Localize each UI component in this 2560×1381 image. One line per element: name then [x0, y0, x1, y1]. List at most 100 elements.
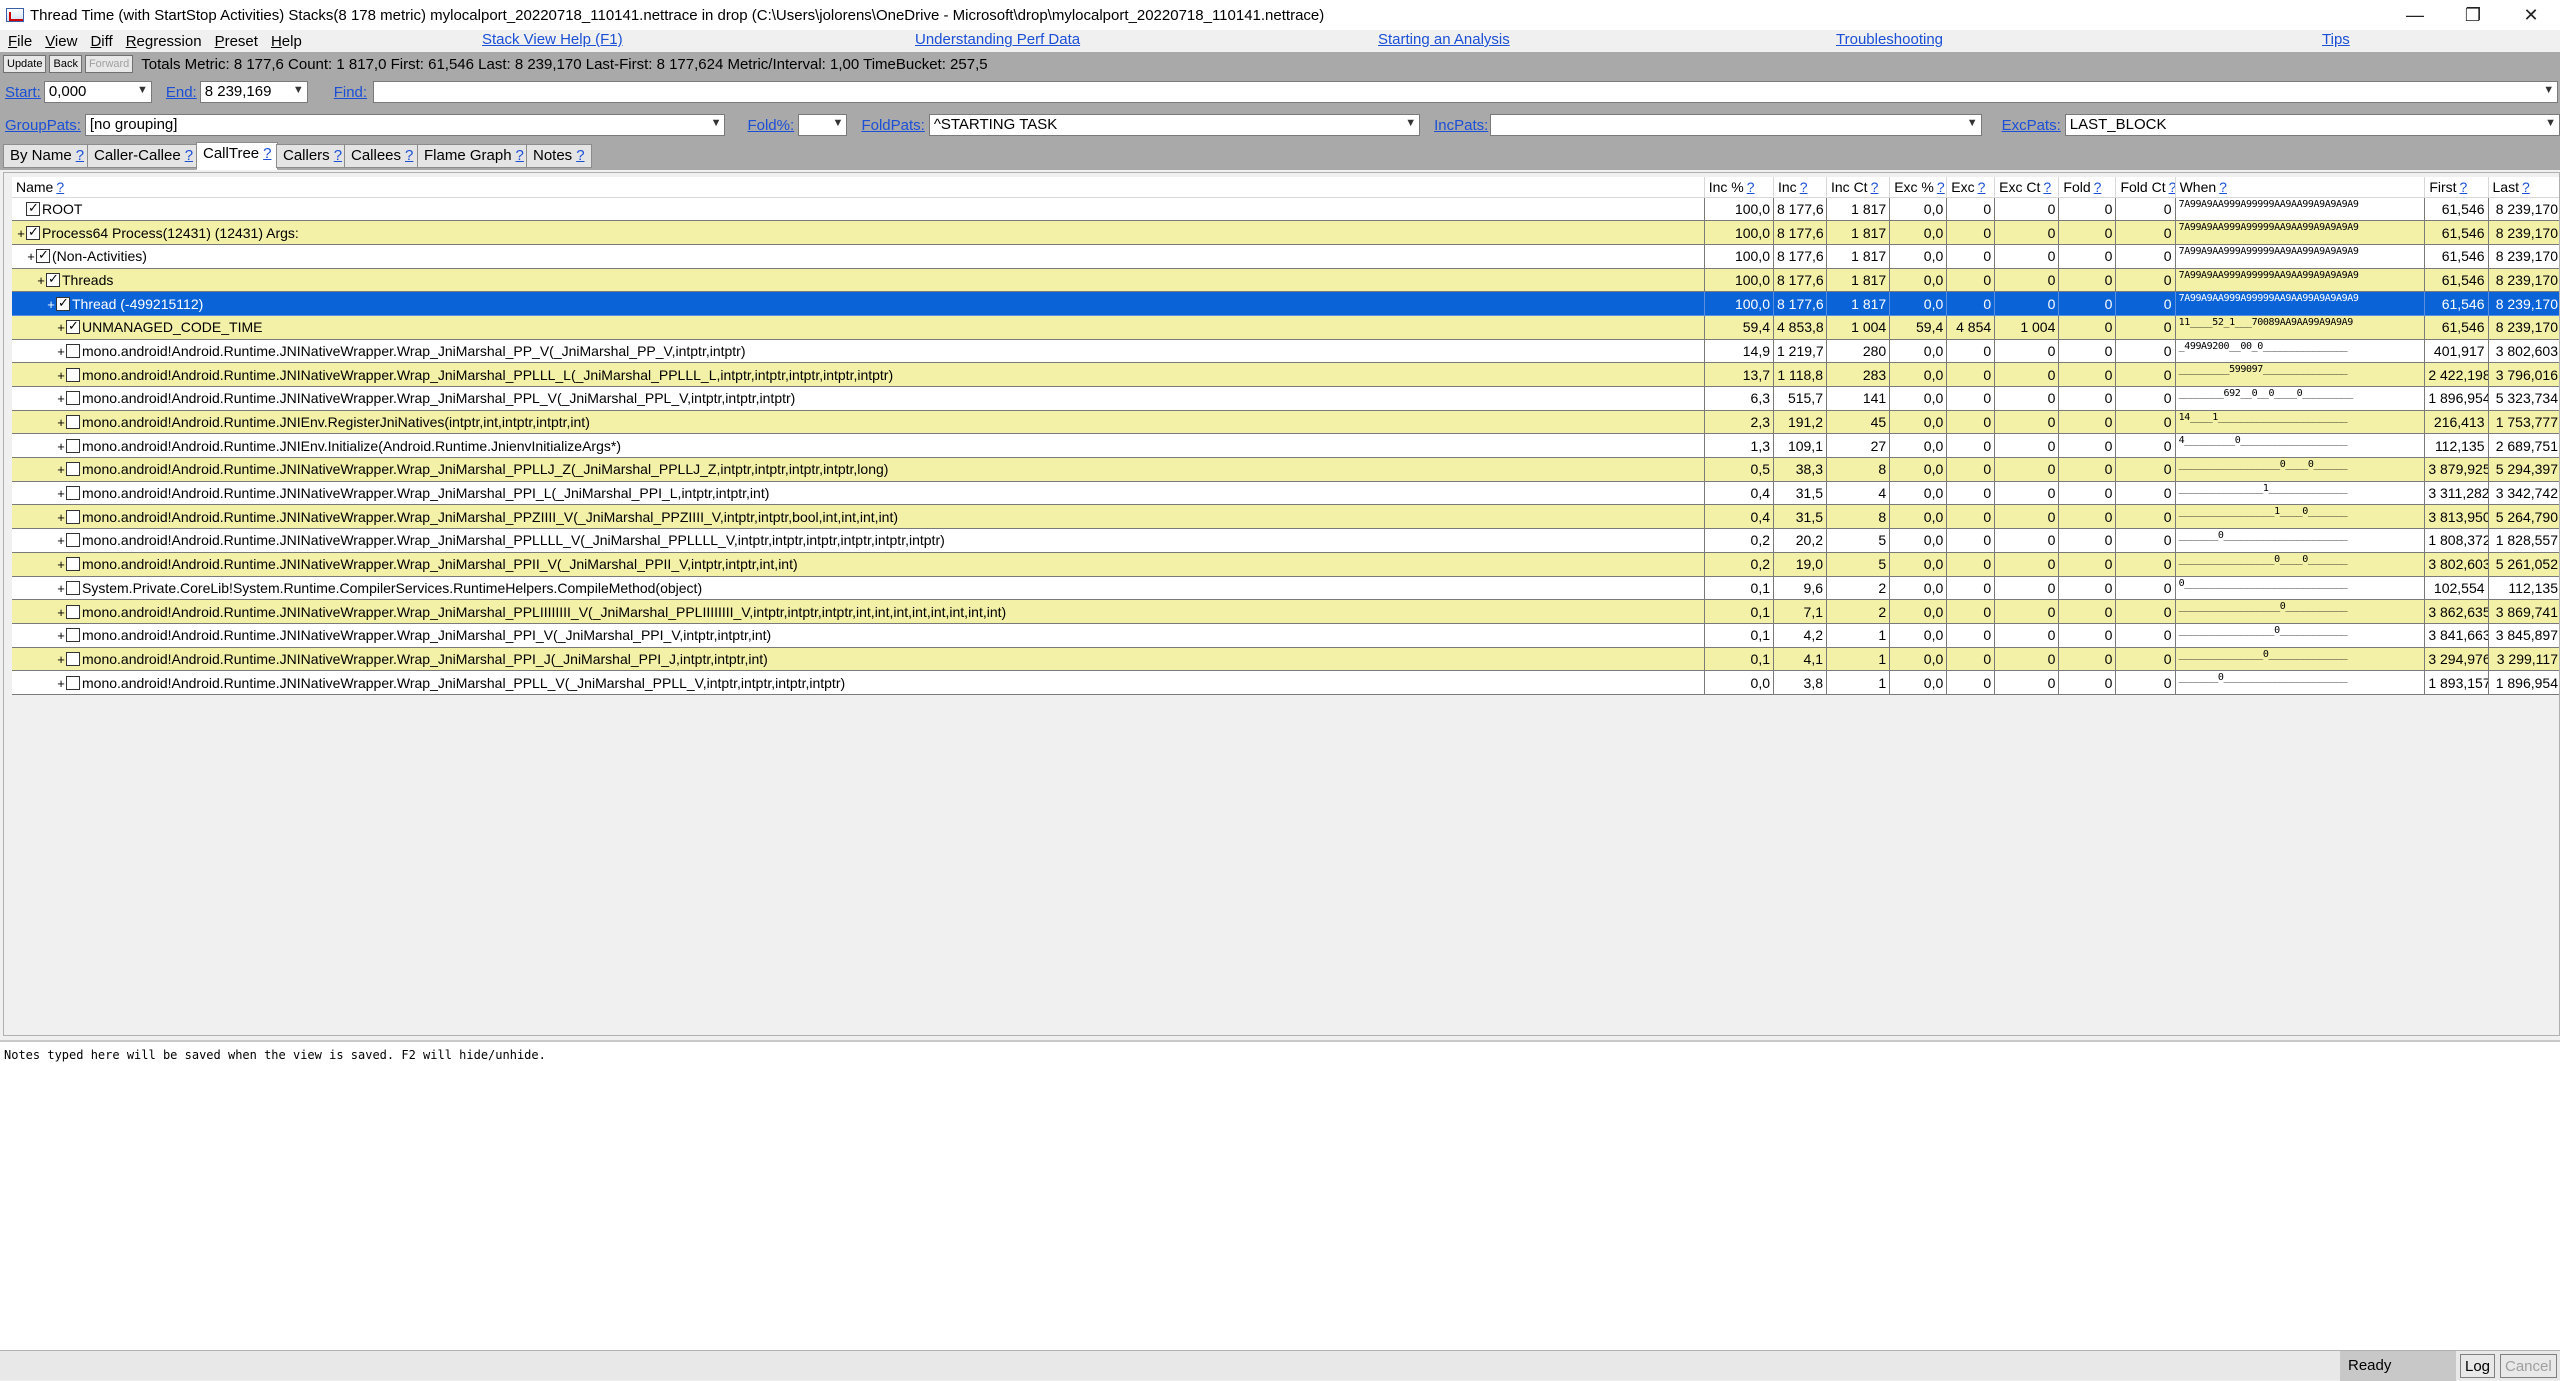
col-inc-pct[interactable]: Inc %?: [1704, 177, 1775, 198]
node-checkbox[interactable]: [46, 271, 60, 287]
end-label[interactable]: End:: [166, 84, 197, 101]
tree-node-name[interactable]: + mono.android!Android.Runtime.JNINativeW…: [12, 623, 1705, 648]
tree-node-name[interactable]: + (Non-Activities): [12, 244, 1705, 269]
expand-icon[interactable]: +: [56, 510, 66, 525]
forward-button[interactable]: Forward: [84, 55, 134, 73]
node-checkbox[interactable]: [66, 415, 80, 430]
node-checkbox[interactable]: [66, 580, 80, 595]
link-stack-view-help[interactable]: Stack View Help (F1): [482, 31, 623, 48]
find-label[interactable]: Find:: [334, 84, 367, 101]
menu-help[interactable]: Help: [263, 33, 307, 50]
start-label[interactable]: Start:: [5, 84, 41, 101]
back-button[interactable]: Back: [49, 55, 82, 73]
expand-icon[interactable]: +: [36, 273, 46, 288]
col-inc[interactable]: Inc?: [1773, 177, 1827, 198]
find-input[interactable]: ▼: [373, 81, 2559, 103]
node-checkbox[interactable]: [56, 295, 70, 311]
close-icon[interactable]: ✕: [2502, 0, 2560, 30]
log-button[interactable]: Log: [2460, 1354, 2496, 1378]
node-checkbox[interactable]: [66, 675, 80, 690]
expand-icon[interactable]: +: [56, 533, 66, 548]
expand-icon[interactable]: +: [46, 297, 56, 312]
excpats-input[interactable]: LAST_BLOCK ▼: [2064, 114, 2560, 136]
menu-preset[interactable]: Preset: [207, 33, 263, 50]
menu-view[interactable]: View: [37, 33, 82, 50]
expand-icon[interactable]: +: [56, 605, 66, 620]
tree-row[interactable]: + Process64 Process(12431) (12431) Args: 1…: [12, 220, 2559, 245]
node-checkbox[interactable]: [26, 224, 40, 240]
tree-row[interactable]: + mono.android!Android.Runtime.JNIEnv.Ini…: [12, 433, 2559, 459]
tree-node-name[interactable]: + System.Private.CoreLib!System.Runtime.C…: [12, 576, 1705, 601]
node-checkbox[interactable]: [26, 200, 40, 216]
tree-node-name[interactable]: + mono.android!Android.Runtime.JNINativeW…: [12, 670, 1705, 695]
tree-row[interactable]: +Threads100,08 177,61 8170,000007A99A9AA…: [12, 268, 2559, 293]
restore-icon[interactable]: ❐: [2444, 0, 2502, 30]
expand-icon[interactable]: +: [16, 226, 26, 241]
tree-row[interactable]: + mono.android!Android.Runtime.JNINativeW…: [12, 623, 2559, 648]
tree-node-name[interactable]: + mono.android!Android.Runtime.JNIEnv.Ini…: [12, 433, 1705, 459]
node-checkbox[interactable]: [66, 651, 80, 666]
link-starting-an-analysis[interactable]: Starting an Analysis: [1378, 31, 1510, 48]
node-checkbox[interactable]: [36, 247, 50, 264]
tree-row[interactable]: + Thread (-499215112) 100,08 177,61 8170,0…: [12, 291, 2559, 316]
grouppats-input[interactable]: [no grouping] ▼: [84, 114, 726, 136]
tree-node-name[interactable]: + mono.android!Android.Runtime.JNINativeW…: [12, 647, 1705, 672]
tree-row[interactable]: +UNMANAGED_CODE_TIME59,44 853,81 00459,4…: [12, 315, 2559, 340]
link-tips[interactable]: Tips: [2322, 31, 2350, 48]
tree-node-name[interactable]: + Threads: [12, 268, 1705, 293]
col-inc-ct[interactable]: Inc Ct?: [1826, 177, 1891, 198]
node-checkbox[interactable]: [66, 557, 80, 572]
expand-icon[interactable]: +: [56, 652, 66, 667]
excpats-label[interactable]: ExcPats:: [2002, 117, 2061, 134]
col-fold-ct[interactable]: Fold Ct?: [2115, 177, 2176, 198]
tree-row[interactable]: + mono.android!Android.Runtime.JNINativeW…: [12, 362, 2559, 387]
node-checkbox[interactable]: [66, 391, 80, 406]
col-first[interactable]: First?: [2424, 177, 2489, 198]
tree-row[interactable]: + mono.android!Android.Runtime.JNINativeW…: [12, 457, 2559, 482]
node-checkbox[interactable]: [66, 533, 80, 548]
col-when[interactable]: When?: [2175, 177, 2426, 198]
expand-icon[interactable]: +: [56, 676, 66, 691]
tree-node-name[interactable]: + mono.android!Android.Runtime.JNINativeW…: [12, 599, 1705, 624]
expand-icon[interactable]: +: [56, 557, 66, 572]
link-troubleshooting[interactable]: Troubleshooting: [1836, 31, 1943, 48]
tree-node-name[interactable]: + mono.android!Android.Runtime.JNINativeW…: [12, 528, 1705, 553]
fold-percent-label[interactable]: Fold%:: [747, 117, 794, 134]
end-input[interactable]: 8 239,169 ▼: [199, 81, 308, 103]
tree-row[interactable]: + mono.android!Android.Runtime.JNINativeW…: [12, 504, 2559, 530]
col-exc-pct[interactable]: Exc %?: [1889, 177, 1948, 198]
incpats-input[interactable]: ▼: [1490, 114, 1982, 136]
node-checkbox[interactable]: [66, 604, 80, 619]
incpats-label[interactable]: IncPats:: [1434, 117, 1488, 134]
start-input[interactable]: 0,000 ▼: [43, 81, 152, 103]
col-fold[interactable]: Fold?: [2058, 177, 2117, 198]
node-checkbox[interactable]: [66, 343, 80, 358]
grouppats-label[interactable]: GroupPats:: [5, 117, 81, 134]
expand-icon[interactable]: +: [56, 628, 66, 643]
expand-icon[interactable]: +: [56, 320, 66, 335]
tree-row[interactable]: + mono.android!Android.Runtime.JNINativeW…: [12, 386, 2559, 411]
col-exc-ct[interactable]: Exc Ct?: [1994, 177, 2060, 198]
node-checkbox[interactable]: [66, 367, 80, 382]
tree-row[interactable]: + mono.android!Android.Runtime.JNINativeW…: [12, 670, 2559, 695]
node-checkbox[interactable]: [66, 628, 80, 643]
tree-node-name[interactable]: + mono.android!Android.Runtime.JNINativeW…: [12, 481, 1705, 506]
tab-callers[interactable]: Callers?: [276, 144, 350, 168]
expand-icon[interactable]: +: [56, 462, 66, 477]
expand-icon[interactable]: +: [26, 249, 36, 264]
tree-row[interactable]: + mono.android!Android.Runtime.JNIEnv.Reg…: [12, 410, 2559, 435]
fold-percent-input[interactable]: ▼: [798, 114, 848, 136]
menu-file[interactable]: File: [0, 33, 37, 50]
tab-calltree[interactable]: CallTree?: [196, 142, 279, 170]
notes-pane[interactable]: Notes typed here will be saved when the …: [0, 1040, 2560, 1350]
node-checkbox[interactable]: [66, 462, 80, 477]
node-checkbox[interactable]: [66, 486, 80, 501]
tree-node-name[interactable]: ROOT: [12, 197, 1705, 222]
tab-by-name[interactable]: By Name?: [3, 144, 92, 168]
expand-icon[interactable]: +: [56, 486, 66, 501]
tree-row[interactable]: ROOT100,08 177,61 8170,000007A99A9AA999A…: [12, 197, 2559, 222]
expand-icon[interactable]: +: [56, 344, 66, 359]
tree-node-name[interactable]: + mono.android!Android.Runtime.JNINativeW…: [12, 386, 1705, 411]
link-understanding-perf-data[interactable]: Understanding Perf Data: [915, 31, 1080, 48]
expand-icon[interactable]: +: [56, 391, 66, 406]
